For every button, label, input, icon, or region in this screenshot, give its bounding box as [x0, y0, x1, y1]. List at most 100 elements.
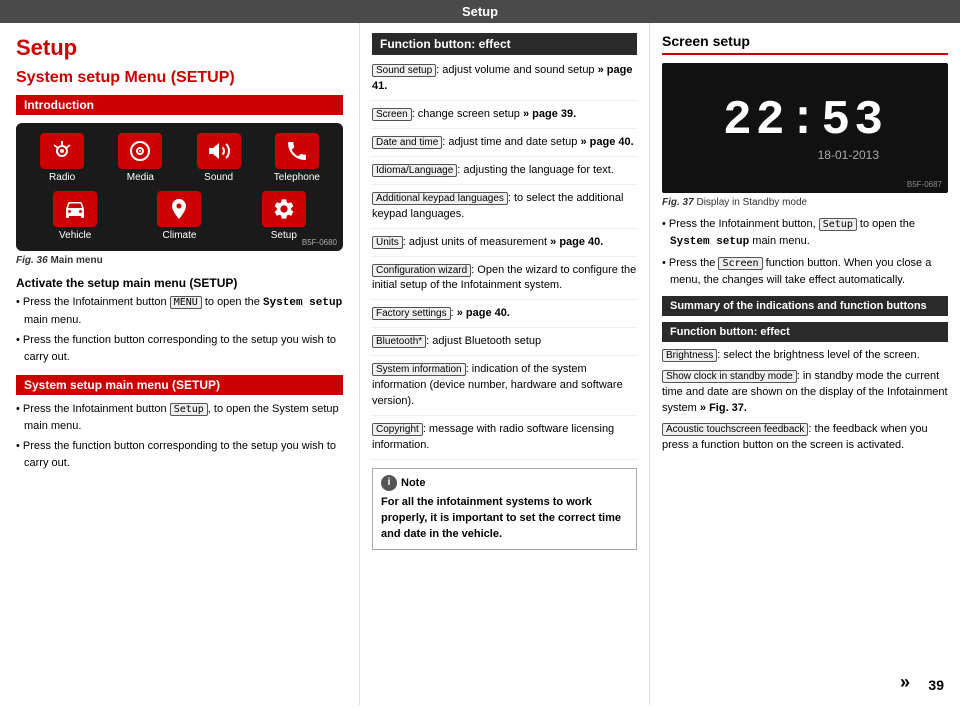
climate-icon	[157, 191, 201, 227]
right-bullet2: Press the Screen function button. When y…	[662, 255, 948, 288]
telephone-label: Telephone	[274, 172, 320, 183]
page-number: 39	[928, 677, 944, 693]
note-header: i Note	[381, 475, 628, 491]
radio-icon	[40, 133, 84, 169]
media-label: Media	[127, 172, 154, 183]
screen-setup-title: Screen setup	[662, 33, 948, 55]
r-brightness-text: : select the brightness level of the scr…	[717, 349, 919, 361]
display-image: 22:53 18-01-2013 B5F-0687	[662, 63, 948, 193]
bullet1-pre: Press the Infotainment button	[23, 296, 170, 308]
func-screen-text: : change screen setup	[412, 108, 523, 120]
bullet1-end: main menu.	[24, 314, 81, 326]
menu-item-climate: Climate	[130, 191, 228, 241]
r-screen-btn: Screen	[718, 257, 762, 270]
left-column: Setup System setup Menu (SETUP) Introduc…	[0, 23, 360, 705]
double-chevron: »	[900, 672, 910, 693]
func-item-bluetooth: Bluetooth*: adjust Bluetooth setup	[372, 334, 637, 356]
setup-svg	[272, 197, 296, 221]
note-box: i Note For all the infotainment systems …	[372, 468, 637, 550]
r-bullet1-end: main menu.	[749, 235, 810, 247]
fig37-caption: Fig. 37 Display in Standby mode	[662, 197, 948, 208]
clock-display: 22:53 18-01-2013	[723, 94, 887, 162]
func-item-datetime: Date and time: adjust time and date setu…	[372, 135, 637, 157]
page-header: Setup	[0, 0, 960, 23]
function-bar-right: Function button: effect	[662, 322, 948, 342]
setup-inline-btn: Setup	[170, 403, 208, 416]
note-text: For all the infotainment systems to work…	[381, 495, 628, 543]
func-item-language: Idioma/Language: adjusting the language …	[372, 163, 637, 185]
vehicle-svg	[63, 197, 87, 221]
function-bar: Function button: effect	[372, 33, 637, 55]
language-btn: Idioma/Language	[372, 164, 457, 177]
bullet1-post: to open the	[202, 296, 263, 308]
right-bullet1: Press the Infotainment button, Setup to …	[662, 216, 948, 250]
bullet1-mono: System setup	[263, 297, 342, 309]
acoustic-btn: Acoustic touchscreen feedback	[662, 423, 808, 436]
sub-bullet1: Press the Infotainment button Setup, to …	[16, 401, 343, 434]
fig36-bsf: B5F-0680	[302, 238, 337, 247]
wizard-btn: Configuration wizard	[372, 264, 471, 277]
brightness-btn: Brightness	[662, 349, 717, 362]
units-btn: Units	[372, 236, 403, 249]
fig37-label: Fig. 37	[662, 197, 694, 208]
screen-btn: Screen	[372, 108, 412, 121]
subsection-bar: System setup main menu (SETUP)	[16, 375, 343, 395]
datetime-btn: Date and time	[372, 136, 442, 149]
sub-bullet1-pre: Press the Infotainment button	[23, 403, 170, 415]
func-units-text: : adjust units of measurement	[403, 236, 550, 248]
sub-bullet2: Press the function button corresponding …	[16, 438, 343, 471]
summary-bar: Summary of the indications and function …	[662, 296, 948, 316]
setup-label: Setup	[271, 230, 297, 241]
func-item-screen: Screen: change screen setup » page 39.	[372, 107, 637, 129]
menu-grid-top: Radio Media	[26, 133, 333, 183]
setup-icon	[262, 191, 306, 227]
menu-item-vehicle: Vehicle	[26, 191, 124, 241]
func-datetime-link: » page 40.	[580, 136, 633, 148]
r-bullet1-pre: Press the Infotainment button,	[669, 218, 819, 230]
page-title: Setup	[16, 35, 343, 61]
clock-time: 22:53	[723, 94, 887, 148]
fig36-label: Fig. 36	[16, 255, 48, 266]
climate-label: Climate	[163, 230, 197, 241]
bullet1: Press the Infotainment button MENU to op…	[16, 294, 343, 328]
note-label: Note	[401, 477, 425, 489]
header-title: Setup	[462, 4, 498, 19]
sysinfo-btn: System information	[372, 363, 466, 376]
r-clock-link: » Fig. 37.	[700, 402, 747, 414]
telephone-svg	[285, 139, 309, 163]
r-func-acoustic: Acoustic touchscreen feedback: the feedb…	[662, 422, 948, 454]
menu-item-sound: Sound	[183, 133, 255, 183]
climate-svg	[167, 197, 191, 221]
func-units-link: » page 40.	[550, 236, 603, 248]
factory-btn: Factory settings	[372, 307, 451, 320]
func-datetime-text: : adjust time and date setup	[442, 136, 580, 148]
radio-svg	[50, 139, 74, 163]
func-sound-text: : adjust volume and sound setup	[436, 64, 597, 76]
menu-item-setup: Setup	[235, 191, 333, 241]
menu-button: MENU	[170, 296, 202, 309]
sound-setup-btn: Sound setup	[372, 64, 436, 77]
fig37-bsf: B5F-0687	[907, 180, 942, 189]
sound-icon	[197, 133, 241, 169]
vehicle-icon	[53, 191, 97, 227]
r-bullet2-pre: Press the	[669, 257, 719, 269]
note-icon: i	[381, 475, 397, 491]
intro-bar: Introduction	[16, 95, 343, 115]
r-bullet1-mono: System setup	[670, 236, 749, 248]
copyright-btn: Copyright	[372, 423, 423, 436]
func-item-keypad: Additional keypad languages: to select t…	[372, 191, 637, 229]
r-func-brightness: Brightness: select the brightness level …	[662, 348, 948, 364]
func-item-sound: Sound setup: adjust volume and sound set…	[372, 63, 637, 101]
func-item-factory: Factory settings: » page 40.	[372, 306, 637, 328]
keypad-btn: Additional keypad languages	[372, 192, 508, 205]
menu-grid-bottom: Vehicle Climate	[26, 191, 333, 241]
r-setup-btn: Setup	[819, 218, 857, 231]
middle-column: Function button: effect Sound setup: adj…	[360, 23, 650, 705]
fig36-caption: Fig. 36 Main menu	[16, 255, 343, 266]
menu-item-telephone: Telephone	[261, 133, 333, 183]
menu-screenshot: Radio Media	[16, 123, 343, 251]
media-svg	[128, 139, 152, 163]
clock-date: 18-01-2013	[723, 148, 887, 162]
sound-label: Sound	[204, 172, 233, 183]
section-title: System setup Menu (SETUP)	[16, 69, 343, 87]
